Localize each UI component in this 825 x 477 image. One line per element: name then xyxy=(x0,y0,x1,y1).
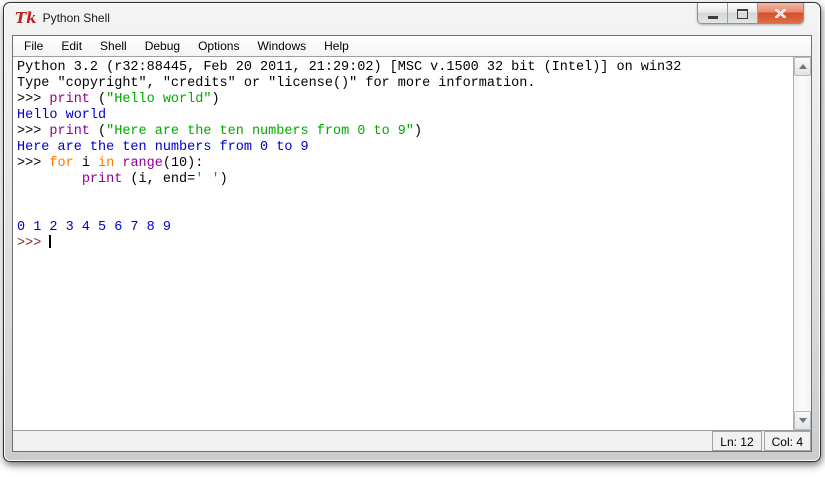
menu-item-edit[interactable]: Edit xyxy=(52,37,91,56)
status-bar: Ln: 12 Col: 4 xyxy=(13,430,811,451)
maximize-icon xyxy=(737,8,748,19)
status-column: Col: 4 xyxy=(763,431,811,451)
shell-line-12: >>> xyxy=(17,234,793,252)
vertical-scrollbar[interactable] xyxy=(793,57,811,430)
shell-text-segment: (10): xyxy=(162,156,204,171)
scroll-up-button[interactable] xyxy=(794,57,811,76)
shell-text-segment xyxy=(17,172,82,187)
shell-text-segment: >>> xyxy=(17,236,50,251)
shell-line-10 xyxy=(17,204,793,220)
shell-line-6: Here are the ten numbers from 0 to 9 xyxy=(17,140,793,156)
menu-bar: File Edit Shell Debug Options Windows Help xyxy=(13,36,811,57)
menu-item-windows[interactable]: Windows xyxy=(248,37,315,56)
menu-item-debug[interactable]: Debug xyxy=(136,37,189,56)
shell-text-segment: ) xyxy=(219,172,228,187)
shell-line-11: 0 1 2 3 4 5 6 7 8 9 xyxy=(17,220,793,236)
arrow-down-icon xyxy=(798,418,807,423)
shell-text-segment: "Here are the ten numbers from 0 to 9" xyxy=(106,124,414,139)
shell-text-segment: >>> xyxy=(17,92,50,107)
menu-item-file[interactable]: File xyxy=(15,37,52,56)
shell-text-segment: ( xyxy=(89,124,107,139)
shell-text-segment: >>> xyxy=(17,124,50,139)
text-cursor xyxy=(49,234,52,248)
maximize-button[interactable] xyxy=(728,3,758,23)
shell-text-segment: Python 3.2 (r32:88445, Feb 20 2011, 21:2… xyxy=(17,60,682,75)
caption-buttons xyxy=(697,3,804,24)
shell-text-segment: ( xyxy=(89,92,107,107)
shell-text-segment: "Hello world" xyxy=(106,92,212,107)
shell-text-segment: ) xyxy=(413,124,423,139)
close-button[interactable] xyxy=(758,3,803,23)
shell-line-3: >>> print ("Hello world") xyxy=(17,92,793,108)
shell-line-9 xyxy=(17,188,793,204)
shell-text-segment: print xyxy=(81,172,123,187)
window-title: Python Shell xyxy=(42,11,110,25)
arrow-up-icon xyxy=(798,64,807,69)
shell-text-segment: Type "copyright", "credits" or "license(… xyxy=(17,76,536,91)
shell-line-2: Type "copyright", "credits" or "license(… xyxy=(17,76,793,92)
shell-text-segment: i xyxy=(73,156,99,171)
menu-item-shell[interactable]: Shell xyxy=(91,37,136,56)
shell-line-7: >>> for i in range(10): xyxy=(17,156,793,172)
client-area: File Edit Shell Debug Options Windows Help Pyt… xyxy=(12,35,812,452)
shell-text-segment: Here are the ten numbers from 0 to 9 xyxy=(17,140,309,155)
scrollbar-track[interactable] xyxy=(794,76,811,411)
minimize-button[interactable] xyxy=(698,3,728,23)
shell-line-1: Python 3.2 (r32:88445, Feb 20 2011, 21:2… xyxy=(17,60,793,76)
shell-text-segment: Hello world xyxy=(17,108,107,123)
shell-text-segment: >>> xyxy=(17,156,50,171)
shell-line-8: print (i, end=' ') xyxy=(17,172,793,188)
tk-icon: Tk xyxy=(15,9,37,27)
shell-text-segment: ' ' xyxy=(195,172,220,187)
shell-line-5: >>> print ("Here are the ten numbers fro… xyxy=(17,124,793,140)
shell-text[interactable]: Python 3.2 (r32:88445, Feb 20 2011, 21:2… xyxy=(13,57,793,430)
scroll-down-button[interactable] xyxy=(794,411,811,430)
menu-item-options[interactable]: Options xyxy=(189,37,248,56)
shell-text-segment: print xyxy=(49,124,90,139)
close-icon xyxy=(775,8,786,18)
content-row: Python 3.2 (r32:88445, Feb 20 2011, 21:2… xyxy=(13,57,811,430)
shell-text-segment: range xyxy=(122,156,163,171)
shell-line-4: Hello world xyxy=(17,108,793,124)
status-line: Ln: 12 xyxy=(712,431,762,451)
window: Tk Python Shell File Edit Shell Debug Option… xyxy=(3,2,821,462)
menu-item-help[interactable]: Help xyxy=(315,37,358,56)
shell-text-segment: for xyxy=(49,156,74,171)
shell-text-segment: (i, end= xyxy=(122,172,196,187)
shell-text-segment: in xyxy=(98,156,115,171)
shell-text-segment: print xyxy=(49,92,90,107)
shell-text-segment: ) xyxy=(211,92,220,107)
shell-text-segment: 0 1 2 3 4 5 6 7 8 9 xyxy=(17,220,171,235)
minimize-icon xyxy=(707,16,718,19)
